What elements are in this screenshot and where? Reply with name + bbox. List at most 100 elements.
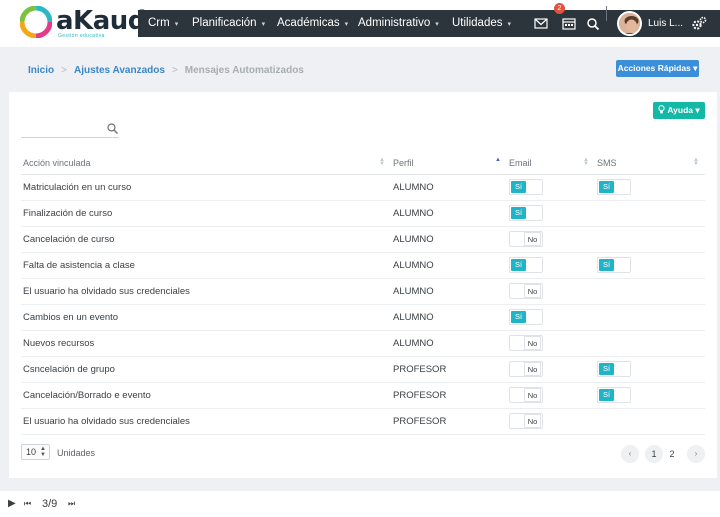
search-input[interactable]	[21, 120, 101, 137]
email-toggle[interactable]: No	[509, 361, 543, 377]
email-toggle-state: No	[524, 388, 541, 402]
quick-actions-button[interactable]: Acciones Rápidas ▾	[616, 60, 699, 77]
chevron-down-icon: ▾	[174, 21, 179, 28]
nav-item-utilidades[interactable]: Utilidades ▾	[452, 10, 511, 37]
profile-cell: ALUMNO	[391, 330, 507, 357]
search-field[interactable]	[21, 120, 119, 138]
sms-cell	[595, 200, 705, 227]
email-toggle[interactable]: Sí	[509, 257, 543, 273]
column-header-profile[interactable]: Perfil ▲	[391, 152, 507, 175]
action-cell: Matriculación en un curso	[21, 174, 391, 201]
email-cell: No	[507, 356, 595, 383]
email-toggle-state: Sí	[511, 181, 526, 193]
settings-icon[interactable]	[691, 16, 707, 31]
breadcrumb-separator: >	[171, 65, 178, 76]
email-toggle[interactable]: Sí	[509, 309, 543, 325]
play-icon[interactable]: ▶	[8, 498, 16, 509]
email-toggle[interactable]: Sí	[509, 179, 543, 195]
email-toggle[interactable]: No	[509, 413, 543, 429]
nav-divider	[606, 6, 607, 21]
sort-asc-icon: ▲	[495, 157, 501, 163]
nav-item-planificacion[interactable]: Planificación ▾	[192, 10, 265, 37]
lightbulb-icon	[658, 105, 665, 114]
email-cell: Sí	[507, 252, 595, 279]
sort-icon: ▲ ▼	[379, 157, 385, 167]
email-toggle-state: No	[524, 232, 541, 246]
table-row: Csncelación de grupo PROFESOR No Sí	[21, 356, 705, 383]
email-toggle[interactable]: Sí	[509, 205, 543, 221]
sms-toggle[interactable]: Sí	[597, 387, 631, 403]
notification-badge: 2	[554, 3, 565, 14]
breadcrumb-ajustes[interactable]: Ajustes Avanzados	[74, 65, 165, 76]
search-icon[interactable]	[107, 123, 118, 134]
sort-icon: ▲ ▼	[693, 157, 699, 167]
avatar[interactable]	[617, 11, 642, 36]
sort-icon: ▲ ▼	[583, 157, 589, 167]
help-button[interactable]: Ayuda ▾	[653, 102, 705, 119]
sms-toggle[interactable]: Sí	[597, 257, 631, 273]
profile-cell: ALUMNO	[391, 226, 507, 253]
nav-item-crm[interactable]: Crm ▾	[148, 10, 178, 37]
breadcrumb-current: Mensajes Automatizados	[184, 65, 304, 76]
sms-toggle[interactable]: Sí	[597, 179, 631, 195]
email-cell: No	[507, 278, 595, 305]
table-row: El usuario ha olvidado sus credenciales A…	[21, 278, 705, 305]
email-toggle[interactable]: No	[509, 231, 543, 247]
breadcrumb-separator: >	[61, 65, 67, 76]
email-toggle[interactable]: No	[509, 387, 543, 403]
next-icon[interactable]: ⏭	[68, 499, 75, 509]
column-header-email[interactable]: Email ▲ ▼	[507, 152, 595, 175]
calendar-icon[interactable]	[562, 17, 576, 30]
search-icon[interactable]	[586, 17, 600, 30]
mail-icon[interactable]	[534, 17, 548, 30]
sms-toggle-state: Sí	[599, 363, 614, 375]
table-row: Matriculación en un curso ALUMNO Sí Sí	[21, 174, 705, 201]
brand-name: aKaud	[56, 6, 146, 36]
action-cell: El usuario ha olvidado sus credenciales	[21, 408, 391, 435]
action-cell: Cancelación/Borrado e evento	[21, 382, 391, 409]
column-header-action[interactable]: Acción vinculada ▲ ▼	[21, 152, 391, 175]
slide-counter: 3/9	[42, 498, 58, 510]
email-cell: Sí	[507, 174, 595, 201]
nav-item-academicas[interactable]: Académicas ▾	[277, 10, 348, 37]
page-size-select[interactable]: 10 ▲ ▼	[21, 444, 50, 460]
pagination-prev[interactable]: ‹	[621, 445, 639, 463]
sms-cell	[595, 226, 705, 253]
pagination-page-1[interactable]: 1	[645, 445, 663, 463]
chevron-down-icon: ▾	[344, 21, 349, 28]
slide-player-bar: ▶ ⏮ 3/9 ⏭	[0, 491, 720, 517]
previous-icon[interactable]: ⏮	[24, 499, 31, 509]
sms-toggle-state: Sí	[599, 259, 614, 271]
sms-toggle-state: Sí	[599, 181, 614, 193]
sms-cell	[595, 304, 705, 331]
pagination-page-2[interactable]: 2	[663, 445, 681, 463]
profile-cell: ALUMNO	[391, 200, 507, 227]
top-header: aKaud Gestión educativa Crm ▾ Planificaci…	[0, 0, 720, 47]
email-cell: No	[507, 382, 595, 409]
profile-cell: PROFESOR	[391, 356, 507, 383]
email-cell: No	[507, 330, 595, 357]
profile-cell: PROFESOR	[391, 382, 507, 409]
profile-cell: ALUMNO	[391, 252, 507, 279]
column-header-sms[interactable]: SMS ▲ ▼	[595, 152, 705, 175]
table-row: Cambios en un evento ALUMNO Sí	[21, 304, 705, 331]
breadcrumb-home[interactable]: Inicio	[28, 65, 54, 76]
sms-cell	[595, 278, 705, 305]
action-cell: Falta de asistencia a clase	[21, 252, 391, 279]
user-name[interactable]: Luis L...	[648, 10, 683, 37]
table-row: Falta de asistencia a clase ALUMNO Sí Sí	[21, 252, 705, 279]
pagination-next[interactable]: ›	[687, 445, 705, 463]
email-toggle[interactable]: No	[509, 335, 543, 351]
sms-toggle[interactable]: Sí	[597, 361, 631, 377]
sms-cell: Sí	[595, 356, 705, 383]
units-label: Unidades	[57, 448, 96, 458]
chevron-down-icon: ▾	[507, 21, 512, 28]
nav-item-administrativo[interactable]: Administrativo ▾	[358, 10, 439, 37]
select-arrows-icon: ▲ ▼	[40, 446, 46, 458]
sms-cell	[595, 408, 705, 435]
action-cell: Finalización de curso	[21, 200, 391, 227]
email-toggle[interactable]: No	[509, 283, 543, 299]
sms-cell	[595, 330, 705, 357]
table-row: Cancelación/Borrado e evento PROFESOR No Sí	[21, 382, 705, 409]
akaud-logo[interactable]: aKaud Gestión educativa	[18, 6, 146, 42]
